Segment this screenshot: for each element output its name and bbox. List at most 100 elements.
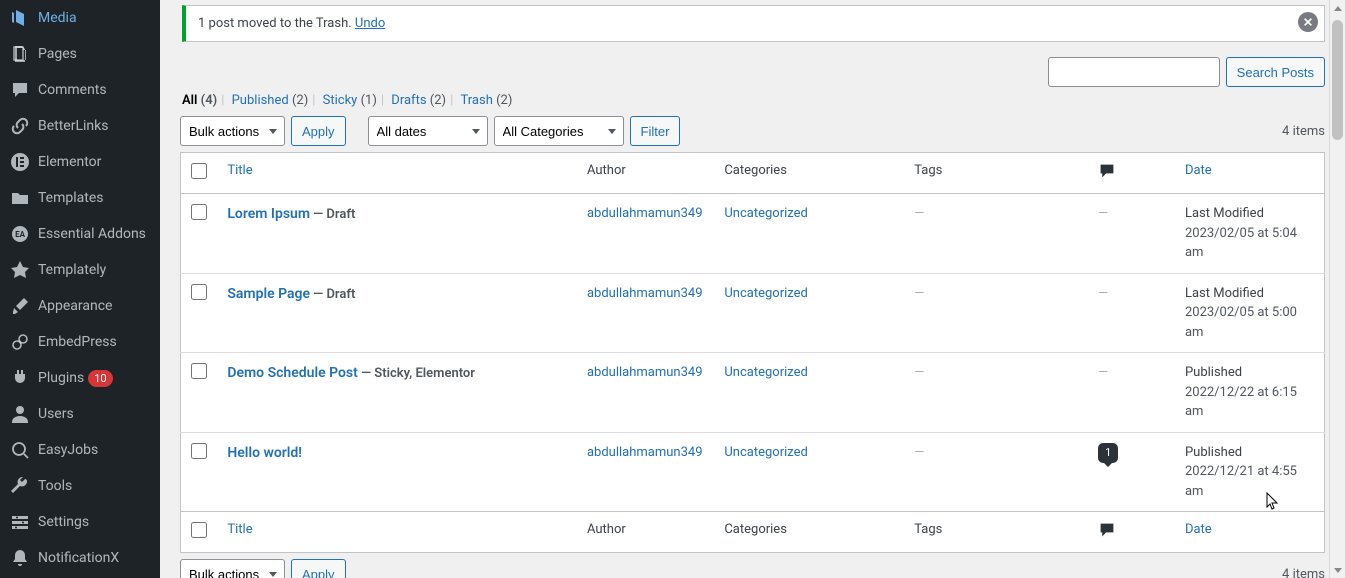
apply-button-bottom[interactable]: Apply: [291, 559, 346, 578]
sidebar-item-label: Settings: [38, 514, 89, 530]
sidebar-item-plugins[interactable]: Plugins10: [0, 360, 160, 396]
table-row: Lorem Ipsum — Draft abdullahmamun349 Uncat…: [181, 194, 1325, 274]
filter-sticky[interactable]: Sticky (1): [323, 93, 377, 108]
admin-sidebar: Media Pages Comments BetterLinks Element…: [0, 0, 160, 578]
filter-drafts[interactable]: Drafts (2): [391, 93, 446, 108]
comments-none: —: [1098, 206, 1108, 221]
sidebar-item-media[interactable]: Media: [0, 0, 160, 36]
window-scrollbar[interactable]: [1329, 0, 1345, 578]
posts-table: Title Author Categories Tags Date Lorem …: [180, 152, 1325, 553]
sidebar-item-easyjobs[interactable]: EasyJobs: [0, 432, 160, 468]
sidebar-item-appearance[interactable]: Appearance: [0, 288, 160, 324]
sidebar-item-betterlinks[interactable]: BetterLinks: [0, 108, 160, 144]
comments-count[interactable]: 1: [1098, 443, 1118, 464]
link-icon: [10, 116, 30, 136]
post-title-link[interactable]: Lorem Ipsum: [227, 206, 310, 222]
bulk-actions-select-bottom[interactable]: Bulk actions: [180, 559, 285, 578]
date-filter-select[interactable]: All dates: [368, 116, 488, 146]
bulk-actions-select-top[interactable]: Bulk actions: [180, 116, 285, 146]
media-icon: [10, 8, 30, 28]
sidebar-item-essential-addons[interactable]: EAEssential Addons: [0, 216, 160, 252]
sidebar-item-users[interactable]: Users: [0, 396, 160, 432]
table-row: Demo Schedule Post — Sticky, Elementorab…: [181, 353, 1325, 433]
search-posts-button[interactable]: Search Posts: [1226, 57, 1325, 87]
undo-link[interactable]: Undo: [355, 16, 385, 31]
sidebar-item-label: Plugins: [38, 370, 84, 386]
scroll-thumb[interactable]: [1332, 20, 1343, 140]
apply-button-top[interactable]: Apply: [291, 116, 346, 146]
sidebar-item-notificationx[interactable]: NotificationX: [0, 540, 160, 576]
comments-icon-foot[interactable]: [1098, 522, 1116, 542]
post-status-filters: All (4)| Published (2)| Sticky (1)| Draf…: [182, 93, 1325, 108]
easyjobs-icon: [10, 440, 30, 460]
date-time: 2022/12/21 at 4:55 am: [1185, 464, 1297, 499]
col-tags-header: Tags: [904, 153, 1088, 194]
select-all-bottom[interactable]: [191, 522, 207, 538]
filter-trash[interactable]: Trash (2): [461, 93, 513, 108]
sidebar-item-templately[interactable]: Templately: [0, 252, 160, 288]
sort-title[interactable]: Title: [227, 163, 252, 178]
sidebar-item-label: Tools: [38, 478, 72, 494]
pages-icon: [10, 44, 30, 64]
filter-published[interactable]: Published (2): [232, 93, 309, 108]
sidebar-item-comments[interactable]: Comments: [0, 72, 160, 108]
plugins-update-badge: 10: [88, 370, 112, 387]
date-time: 2022/12/22 at 6:15 am: [1185, 385, 1297, 420]
post-state: — Draft: [310, 207, 355, 222]
brush-icon: [10, 296, 30, 316]
post-title-link[interactable]: Hello world!: [227, 445, 302, 461]
date-status: Last Modified: [1185, 206, 1264, 221]
comments-none: —: [1098, 365, 1108, 380]
dismiss-notice-button[interactable]: [1298, 12, 1318, 32]
search-input[interactable]: [1048, 57, 1220, 87]
sidebar-item-settings[interactable]: Settings: [0, 504, 160, 540]
sort-title-foot[interactable]: Title: [227, 522, 252, 537]
wrench-icon: [10, 476, 30, 496]
sidebar-item-elementor[interactable]: Elementor: [0, 144, 160, 180]
user-icon: [10, 404, 30, 424]
row-checkbox[interactable]: [191, 284, 207, 300]
col-tags-footer: Tags: [904, 512, 1088, 553]
category-link[interactable]: Uncategorized: [724, 365, 807, 380]
row-checkbox[interactable]: [191, 443, 207, 459]
embed-icon: [10, 332, 30, 352]
sidebar-item-label: Appearance: [38, 298, 112, 314]
category-link[interactable]: Uncategorized: [724, 445, 807, 460]
author-link[interactable]: abdullahmamun349: [587, 206, 703, 221]
filter-all[interactable]: All (4): [182, 93, 217, 108]
date-status: Last Modified: [1185, 286, 1264, 301]
sidebar-item-embedpress[interactable]: EmbedPress: [0, 324, 160, 360]
post-title-link[interactable]: Demo Schedule Post: [227, 365, 357, 381]
col-author-header: Author: [577, 153, 714, 194]
category-link[interactable]: Uncategorized: [724, 206, 807, 221]
post-title-link[interactable]: Sample Page: [227, 286, 310, 302]
settings-icon: [10, 512, 30, 532]
comments-icon[interactable]: [1098, 163, 1116, 183]
notice-text: 1 post moved to the Trash.: [198, 16, 352, 31]
post-state: — Draft: [310, 287, 355, 302]
scroll-down-arrow[interactable]: [1330, 562, 1345, 578]
sort-date-foot[interactable]: Date: [1185, 522, 1212, 537]
templately-icon: [10, 260, 30, 280]
tags-value: —: [914, 445, 924, 460]
sidebar-item-label: Users: [38, 406, 74, 422]
scroll-up-arrow[interactable]: [1330, 0, 1345, 16]
sidebar-item-templates[interactable]: Templates: [0, 180, 160, 216]
date-time: 2023/02/05 at 5:04 am: [1185, 226, 1297, 261]
sidebar-item-label: BetterLinks: [38, 118, 108, 134]
sidebar-item-label: Media: [38, 10, 77, 26]
sidebar-item-tools[interactable]: Tools: [0, 468, 160, 504]
author-link[interactable]: abdullahmamun349: [587, 365, 703, 380]
sidebar-item-pages[interactable]: Pages: [0, 36, 160, 72]
row-checkbox[interactable]: [191, 363, 207, 379]
author-link[interactable]: abdullahmamun349: [587, 286, 703, 301]
row-checkbox[interactable]: [191, 204, 207, 220]
table-row: Hello world! abdullahmamun349 Uncategorize…: [181, 432, 1325, 512]
category-link[interactable]: Uncategorized: [724, 286, 807, 301]
category-filter-select[interactable]: All Categories: [494, 116, 624, 146]
tablenav-bottom: Bulk actions Apply 4 items: [180, 559, 1325, 578]
select-all-top[interactable]: [191, 163, 207, 179]
sort-date[interactable]: Date: [1185, 163, 1212, 178]
author-link[interactable]: abdullahmamun349: [587, 445, 703, 460]
filter-button[interactable]: Filter: [630, 116, 681, 146]
